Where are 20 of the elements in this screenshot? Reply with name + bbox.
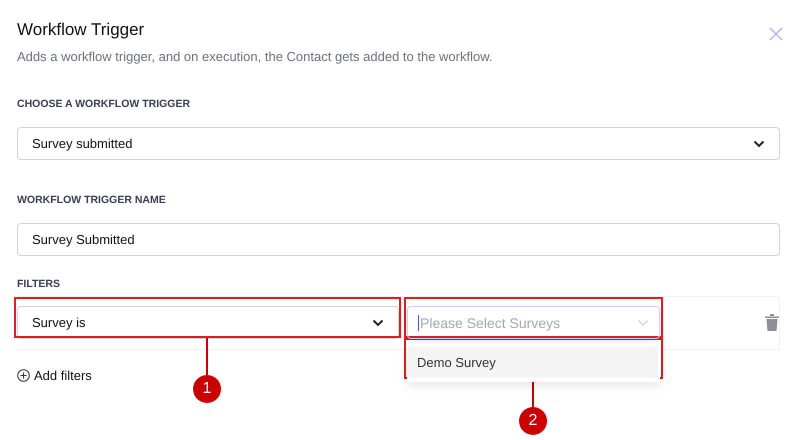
leader-line <box>532 379 534 408</box>
field-label: WORKFLOW TRIGGER NAME <box>17 194 167 206</box>
close-icon[interactable] <box>769 27 783 41</box>
field-label: CHOOSE A WORKFLOW TRIGGER <box>17 98 192 110</box>
dropdown-option[interactable]: Demo Survey <box>407 347 658 378</box>
trigger-name-field[interactable]: Survey Submitted <box>17 223 780 256</box>
condition-select[interactable]: Survey is <box>17 306 399 339</box>
chevron-down-icon <box>372 318 384 326</box>
dialog-subtitle: Adds a workflow trigger, and on execution, the Contact gets added to the workflow. <box>17 49 493 64</box>
step-badge: 1 <box>193 375 221 403</box>
add-filters-button[interactable]: Add filters <box>17 368 92 383</box>
plus-circle-icon <box>17 369 30 382</box>
trigger-select[interactable]: Survey submitted <box>17 127 780 160</box>
trash-icon[interactable] <box>765 314 779 331</box>
field-label: FILTERS <box>17 278 61 290</box>
dialog-title: Workflow Trigger <box>17 20 146 40</box>
chevron-down-icon <box>753 140 765 148</box>
leader-line <box>206 338 208 375</box>
chevron-down-icon <box>637 318 649 326</box>
step-badge: 2 <box>519 407 547 435</box>
